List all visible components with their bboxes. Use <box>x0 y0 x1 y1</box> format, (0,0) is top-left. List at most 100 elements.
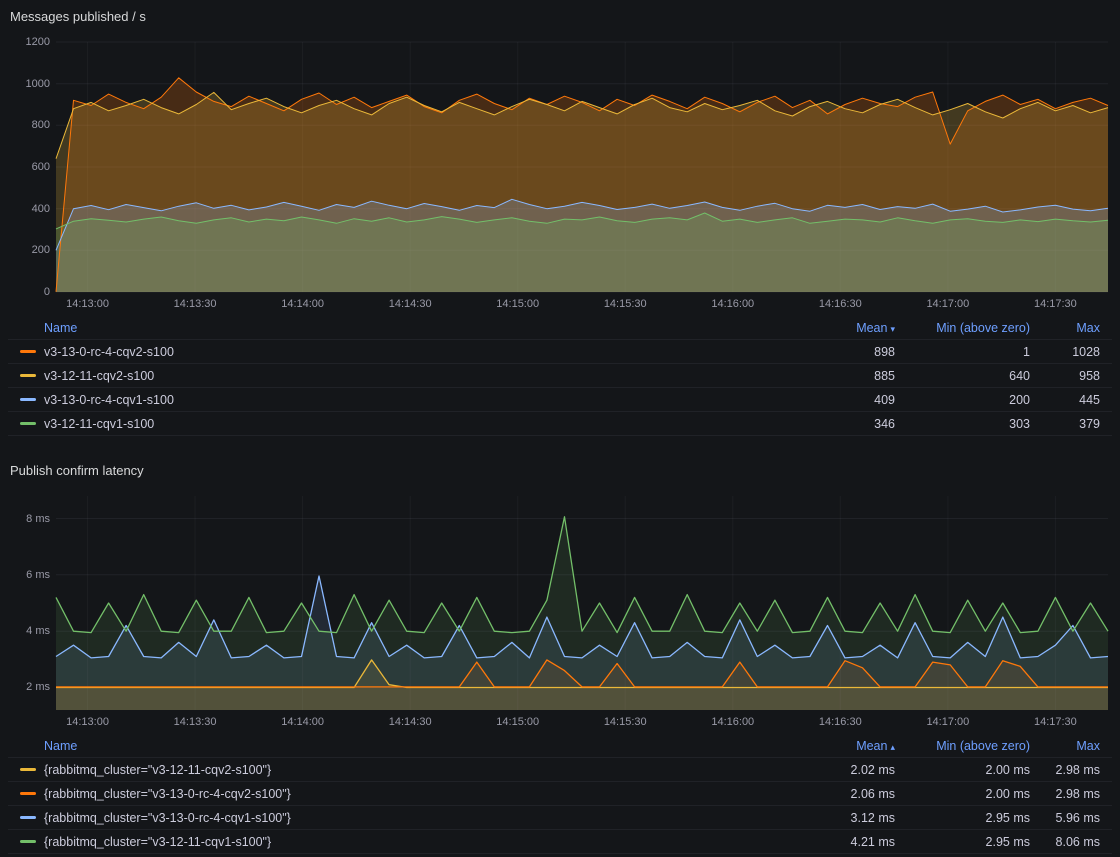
legend-table: Name Mean▾ Min (above zero) Max v3-13-0-… <box>8 316 1112 436</box>
x-axis-tick-label: 14:17:30 <box>1019 716 1091 728</box>
max-value: 958 <box>1030 369 1100 383</box>
max-value: 1028 <box>1030 345 1100 359</box>
x-axis-tick-label: 14:14:30 <box>374 298 446 310</box>
legend-header-min[interactable]: Min (above zero) <box>895 321 1030 335</box>
series-name[interactable]: {rabbitmq_cluster="v3-13-0-rc-4-cqv1-s10… <box>44 811 291 825</box>
legend-row: v3-12-11-cqv2-s100 885 640 958 <box>8 364 1112 388</box>
x-axis-tick-label: 14:14:00 <box>267 716 339 728</box>
min-value: 640 <box>895 369 1030 383</box>
min-value: 303 <box>895 417 1030 431</box>
mean-value: 409 <box>783 393 895 407</box>
y-axis-tick-label: 4 ms <box>8 624 50 638</box>
y-axis-tick-label: 400 <box>8 202 50 216</box>
legend-header-mean[interactable]: Mean▴ <box>783 739 895 753</box>
min-value: 2.95 ms <box>895 835 1030 849</box>
mean-value: 2.02 ms <box>783 763 895 777</box>
y-axis-tick-label: 6 ms <box>8 568 50 582</box>
panel-messages-published: Messages published / s 0 200 400 600 800 1000… <box>8 8 1112 436</box>
x-axis-tick-label: 14:13:00 <box>52 298 124 310</box>
x-axis-tick-label: 14:14:00 <box>267 298 339 310</box>
legend-row: v3-12-11-cqv1-s100 346 303 379 <box>8 412 1112 436</box>
max-value: 2.98 ms <box>1030 787 1100 801</box>
mean-value: 4.21 ms <box>783 835 895 849</box>
y-axis-tick-label: 800 <box>8 118 50 132</box>
legend-header-mean[interactable]: Mean▾ <box>783 321 895 335</box>
y-axis-tick-label: 600 <box>8 160 50 174</box>
max-value: 379 <box>1030 417 1100 431</box>
series-color-swatch[interactable] <box>20 792 36 795</box>
x-axis-tick-label: 14:15:30 <box>589 298 661 310</box>
min-value: 200 <box>895 393 1030 407</box>
x-axis-tick-label: 14:13:00 <box>52 716 124 728</box>
series-color-swatch[interactable] <box>20 840 36 843</box>
series-name[interactable]: v3-12-11-cqv2-s100 <box>44 369 154 383</box>
series-name[interactable]: v3-13-0-rc-4-cqv1-s100 <box>44 393 174 407</box>
x-axis-tick-label: 14:15:00 <box>482 716 554 728</box>
series-area-fill <box>56 213 1108 292</box>
y-axis-tick-label: 0 <box>8 285 50 299</box>
legend-table: Name Mean▴ Min (above zero) Max {rabbitm… <box>8 734 1112 854</box>
legend-header-min[interactable]: Min (above zero) <box>895 739 1030 753</box>
max-value: 2.98 ms <box>1030 763 1100 777</box>
y-axis-tick-label: 8 ms <box>8 512 50 526</box>
y-axis-tick-label: 2 ms <box>8 680 50 694</box>
series-color-swatch[interactable] <box>20 816 36 819</box>
plot-area[interactable] <box>56 42 1108 292</box>
min-value: 2.00 ms <box>895 763 1030 777</box>
x-axis-tick-label: 14:17:30 <box>1019 298 1091 310</box>
y-axis-tick-label: 1000 <box>8 77 50 91</box>
series-color-swatch[interactable] <box>20 398 36 401</box>
x-axis-tick-label: 14:17:00 <box>912 298 984 310</box>
legend-header-max[interactable]: Max <box>1030 739 1100 753</box>
y-axis-tick-label: 1200 <box>8 35 50 49</box>
messages-published-chart[interactable]: 02004006008001000120014:13:0014:13:3014:… <box>8 42 1112 314</box>
legend-header-row: Name Mean▴ Min (above zero) Max <box>8 734 1112 758</box>
min-value: 2.95 ms <box>895 811 1030 825</box>
panel-publish-confirm-latency: Publish confirm latency 2 ms 4 ms 6 ms 8 ms… <box>8 462 1112 854</box>
legend-row: {rabbitmq_cluster="v3-12-11-cqv1-s100"} … <box>8 830 1112 854</box>
mean-header-label: Mean <box>856 321 887 335</box>
x-axis-tick-label: 14:15:30 <box>589 716 661 728</box>
y-axis-tick-label: 200 <box>8 243 50 257</box>
max-value: 8.06 ms <box>1030 835 1100 849</box>
min-value: 2.00 ms <box>895 787 1030 801</box>
mean-value: 3.12 ms <box>783 811 895 825</box>
series-name[interactable]: v3-13-0-rc-4-cqv2-s100 <box>44 345 174 359</box>
legend-row: v3-13-0-rc-4-cqv1-s100 409 200 445 <box>8 388 1112 412</box>
series-color-swatch[interactable] <box>20 350 36 353</box>
mean-value: 885 <box>783 369 895 383</box>
mean-value: 346 <box>783 417 895 431</box>
max-value: 5.96 ms <box>1030 811 1100 825</box>
series-name[interactable]: {rabbitmq_cluster="v3-12-11-cqv1-s100"} <box>44 835 271 849</box>
min-value: 1 <box>895 345 1030 359</box>
series-color-swatch[interactable] <box>20 768 36 771</box>
series-color-swatch[interactable] <box>20 422 36 425</box>
panel-title[interactable]: Publish confirm latency <box>8 462 1112 480</box>
mean-header-label: Mean <box>856 739 887 753</box>
series-color-swatch[interactable] <box>20 374 36 377</box>
x-axis-tick-label: 14:15:00 <box>482 298 554 310</box>
series-name[interactable]: {rabbitmq_cluster="v3-13-0-rc-4-cqv2-s10… <box>44 787 291 801</box>
legend-header-max[interactable]: Max <box>1030 321 1100 335</box>
series-name[interactable]: v3-12-11-cqv1-s100 <box>44 417 154 431</box>
series-area-fill <box>56 517 1108 710</box>
x-axis-tick-label: 14:16:30 <box>804 716 876 728</box>
x-axis-tick-label: 14:17:00 <box>912 716 984 728</box>
legend-header-row: Name Mean▾ Min (above zero) Max <box>8 316 1112 340</box>
max-value: 445 <box>1030 393 1100 407</box>
x-axis-tick-label: 14:16:00 <box>697 298 769 310</box>
legend-row: v3-13-0-rc-4-cqv2-s100 898 1 1028 <box>8 340 1112 364</box>
legend-row: {rabbitmq_cluster="v3-13-0-rc-4-cqv1-s10… <box>8 806 1112 830</box>
legend-header-name[interactable]: Name <box>20 321 783 335</box>
legend-row: {rabbitmq_cluster="v3-13-0-rc-4-cqv2-s10… <box>8 782 1112 806</box>
x-axis-tick-label: 14:16:30 <box>804 298 876 310</box>
legend-header-name[interactable]: Name <box>20 739 783 753</box>
x-axis-tick-label: 14:13:30 <box>159 298 231 310</box>
series-name[interactable]: {rabbitmq_cluster="v3-12-11-cqv2-s100"} <box>44 763 271 777</box>
publish-confirm-latency-chart[interactable]: 2 ms4 ms6 ms8 ms14:13:0014:13:3014:14:00… <box>8 496 1112 732</box>
x-axis-tick-label: 14:16:00 <box>697 716 769 728</box>
x-axis-tick-label: 14:14:30 <box>374 716 446 728</box>
panel-title[interactable]: Messages published / s <box>8 8 1112 26</box>
plot-area[interactable] <box>56 496 1108 710</box>
mean-value: 898 <box>783 345 895 359</box>
